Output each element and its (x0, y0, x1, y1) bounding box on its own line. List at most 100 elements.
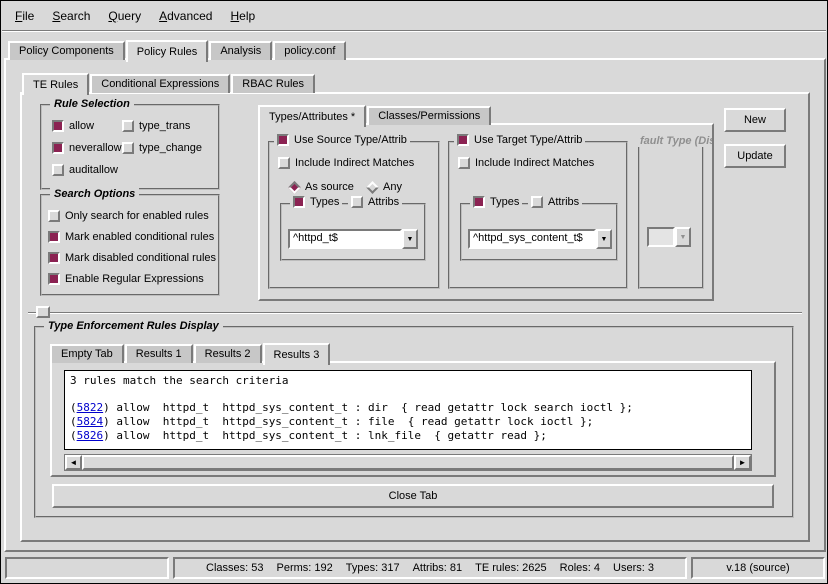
types-attributes-tab-bar: Types/Attributes * Classes/Permissions (258, 104, 492, 125)
tab-conditional-expressions[interactable]: Conditional Expressions (90, 74, 230, 93)
rule-line: (5826) allow httpd_t httpd_sys_content_t… (70, 429, 746, 443)
target-attribs-checkbox[interactable]: Attribs (528, 196, 582, 208)
checkbox-indicator (278, 157, 290, 169)
rule-text: ) allow httpd_t httpd_sys_content_t : fi… (103, 415, 593, 428)
tab-policy-conf[interactable]: policy.conf (273, 41, 346, 60)
new-button[interactable]: New (724, 108, 786, 132)
checkbox-type-trans[interactable]: type_trans (122, 120, 190, 132)
tab-policy-rules[interactable]: Policy Rules (126, 40, 209, 62)
tab-results-2[interactable]: Results 2 (194, 344, 262, 363)
checkbox-label: neverallow (69, 142, 122, 154)
tab-results-3[interactable]: Results 3 (263, 343, 331, 365)
source-include-indirect-checkbox[interactable]: Include Indirect Matches (278, 157, 414, 169)
radio-as-source[interactable]: As source (288, 181, 354, 193)
status-types: Types: 317 (346, 562, 400, 574)
target-types-attribs-group: Types Attribs ^httpd_sys_content_t$ ▼ (460, 203, 618, 261)
checkbox-only-enabled-rules[interactable]: Only search for enabled rules (48, 210, 209, 222)
checkbox-indicator (473, 196, 485, 208)
rule-line: (5822) allow httpd_t httpd_sys_content_t… (70, 401, 746, 415)
target-types-checkbox[interactable]: Types (470, 196, 522, 208)
checkbox-label: Use Source Type/Attrib (294, 134, 407, 146)
scroll-right-button[interactable]: ► (734, 455, 751, 470)
source-attribs-checkbox[interactable]: Attribs (348, 196, 402, 208)
tab-empty[interactable]: Empty Tab (50, 344, 124, 363)
radio-indicator (288, 181, 301, 194)
checkbox-mark-disabled-conditional[interactable]: Mark disabled conditional rules (48, 252, 216, 264)
use-source-type-checkbox[interactable]: Use Source Type/Attrib (274, 134, 410, 146)
results-tab-bar: Empty Tab Results 1 Results 2 Results 3 (50, 342, 331, 363)
checkbox-label: Types (310, 196, 339, 208)
checkbox-indicator (351, 196, 363, 208)
target-type-entry[interactable]: ^httpd_sys_content_t$ (468, 229, 596, 249)
checkbox-indicator (48, 210, 60, 222)
radio-any[interactable]: Any (366, 181, 402, 193)
status-classes: Classes: 53 (206, 562, 263, 574)
checkbox-indicator (48, 231, 60, 243)
menu-file[interactable]: File (6, 6, 43, 26)
checkbox-label: Use Target Type/Attrib (474, 134, 582, 146)
checkbox-label: Enable Regular Expressions (65, 273, 204, 285)
source-types-checkbox[interactable]: Types (290, 196, 342, 208)
rule-pre: ( (70, 401, 77, 414)
default-type-group: fault Type (Disa ▼ (638, 141, 704, 289)
close-tab-button[interactable]: Close Tab (52, 484, 774, 508)
checkbox-label: Mark disabled conditional rules (65, 252, 216, 264)
checkbox-label: Include Indirect Matches (475, 157, 594, 169)
status-attribs: Attribs: 81 (413, 562, 463, 574)
default-type-entry (647, 227, 675, 247)
source-types-attribs-group: Types Attribs ^httpd_t$ ▼ (280, 203, 426, 261)
source-dropdown-button[interactable]: ▼ (402, 229, 418, 249)
target-dropdown-button[interactable]: ▼ (596, 229, 612, 249)
update-button[interactable]: Update (724, 144, 786, 168)
checkbox-neverallow[interactable]: neverallow (52, 142, 122, 154)
scrollbar-thumb[interactable] (82, 455, 734, 470)
rule-id-link[interactable]: 5822 (77, 401, 104, 414)
menu-help[interactable]: Help (221, 6, 264, 26)
scroll-left-button[interactable]: ◄ (65, 455, 82, 470)
tab-policy-components[interactable]: Policy Components (8, 41, 125, 60)
pane-sash-handle[interactable] (36, 306, 50, 318)
rule-id-link[interactable]: 5826 (77, 429, 104, 442)
use-target-type-checkbox[interactable]: Use Target Type/Attrib (454, 134, 585, 146)
checkbox-mark-enabled-conditional[interactable]: Mark enabled conditional rules (48, 231, 214, 243)
rule-id-link[interactable]: 5824 (77, 415, 104, 428)
menu-query[interactable]: Query (99, 6, 150, 26)
tab-results-1[interactable]: Results 1 (125, 344, 193, 363)
tab-types-attributes[interactable]: Types/Attributes * (258, 105, 366, 127)
tab-rbac-rules[interactable]: RBAC Rules (231, 74, 315, 93)
checkbox-label: auditallow (69, 164, 118, 176)
checkbox-indicator (293, 196, 305, 208)
radio-label: As source (305, 181, 354, 193)
pane-divider (28, 312, 802, 314)
main-tab-bar: Policy Components Policy Rules Analysis … (8, 38, 347, 60)
checkbox-indicator (457, 134, 469, 146)
checkbox-label: Mark enabled conditional rules (65, 231, 214, 243)
status-version: v.18 (source) (726, 562, 789, 574)
checkbox-allow[interactable]: allow (52, 120, 94, 132)
menu-advanced[interactable]: Advanced (150, 6, 221, 26)
checkbox-indicator (531, 196, 543, 208)
checkbox-indicator (122, 120, 134, 132)
rule-pre: ( (70, 415, 77, 428)
tab-classes-permissions[interactable]: Classes/Permissions (367, 106, 491, 125)
checkbox-indicator (458, 157, 470, 169)
source-type-combobox: ^httpd_t$ ▼ (288, 229, 418, 249)
source-type-group: Use Source Type/Attrib Include Indirect … (268, 141, 440, 289)
checkbox-label: allow (69, 120, 94, 132)
checkbox-auditallow[interactable]: auditallow (52, 164, 118, 176)
target-include-indirect-checkbox[interactable]: Include Indirect Matches (458, 157, 594, 169)
tab-analysis[interactable]: Analysis (209, 41, 272, 60)
menu-search[interactable]: Search (43, 6, 99, 26)
status-te-rules: TE rules: 2625 (475, 562, 547, 574)
results-text-area[interactable]: 3 rules match the search criteria (5822)… (64, 370, 752, 450)
status-stats-segment: Classes: 53 Perms: 192 Types: 317 Attrib… (173, 557, 687, 579)
app-window: File Search Query Advanced Help Policy C… (0, 0, 828, 584)
checkbox-enable-regex[interactable]: Enable Regular Expressions (48, 273, 204, 285)
status-left-segment (5, 557, 169, 579)
source-type-entry[interactable]: ^httpd_t$ (288, 229, 402, 249)
checkbox-type-change[interactable]: type_change (122, 142, 202, 154)
horizontal-scrollbar[interactable]: ◄ ► (64, 454, 752, 471)
search-options-title: Search Options (50, 188, 139, 200)
tab-te-rules[interactable]: TE Rules (22, 73, 89, 95)
checkbox-label: type_change (139, 142, 202, 154)
